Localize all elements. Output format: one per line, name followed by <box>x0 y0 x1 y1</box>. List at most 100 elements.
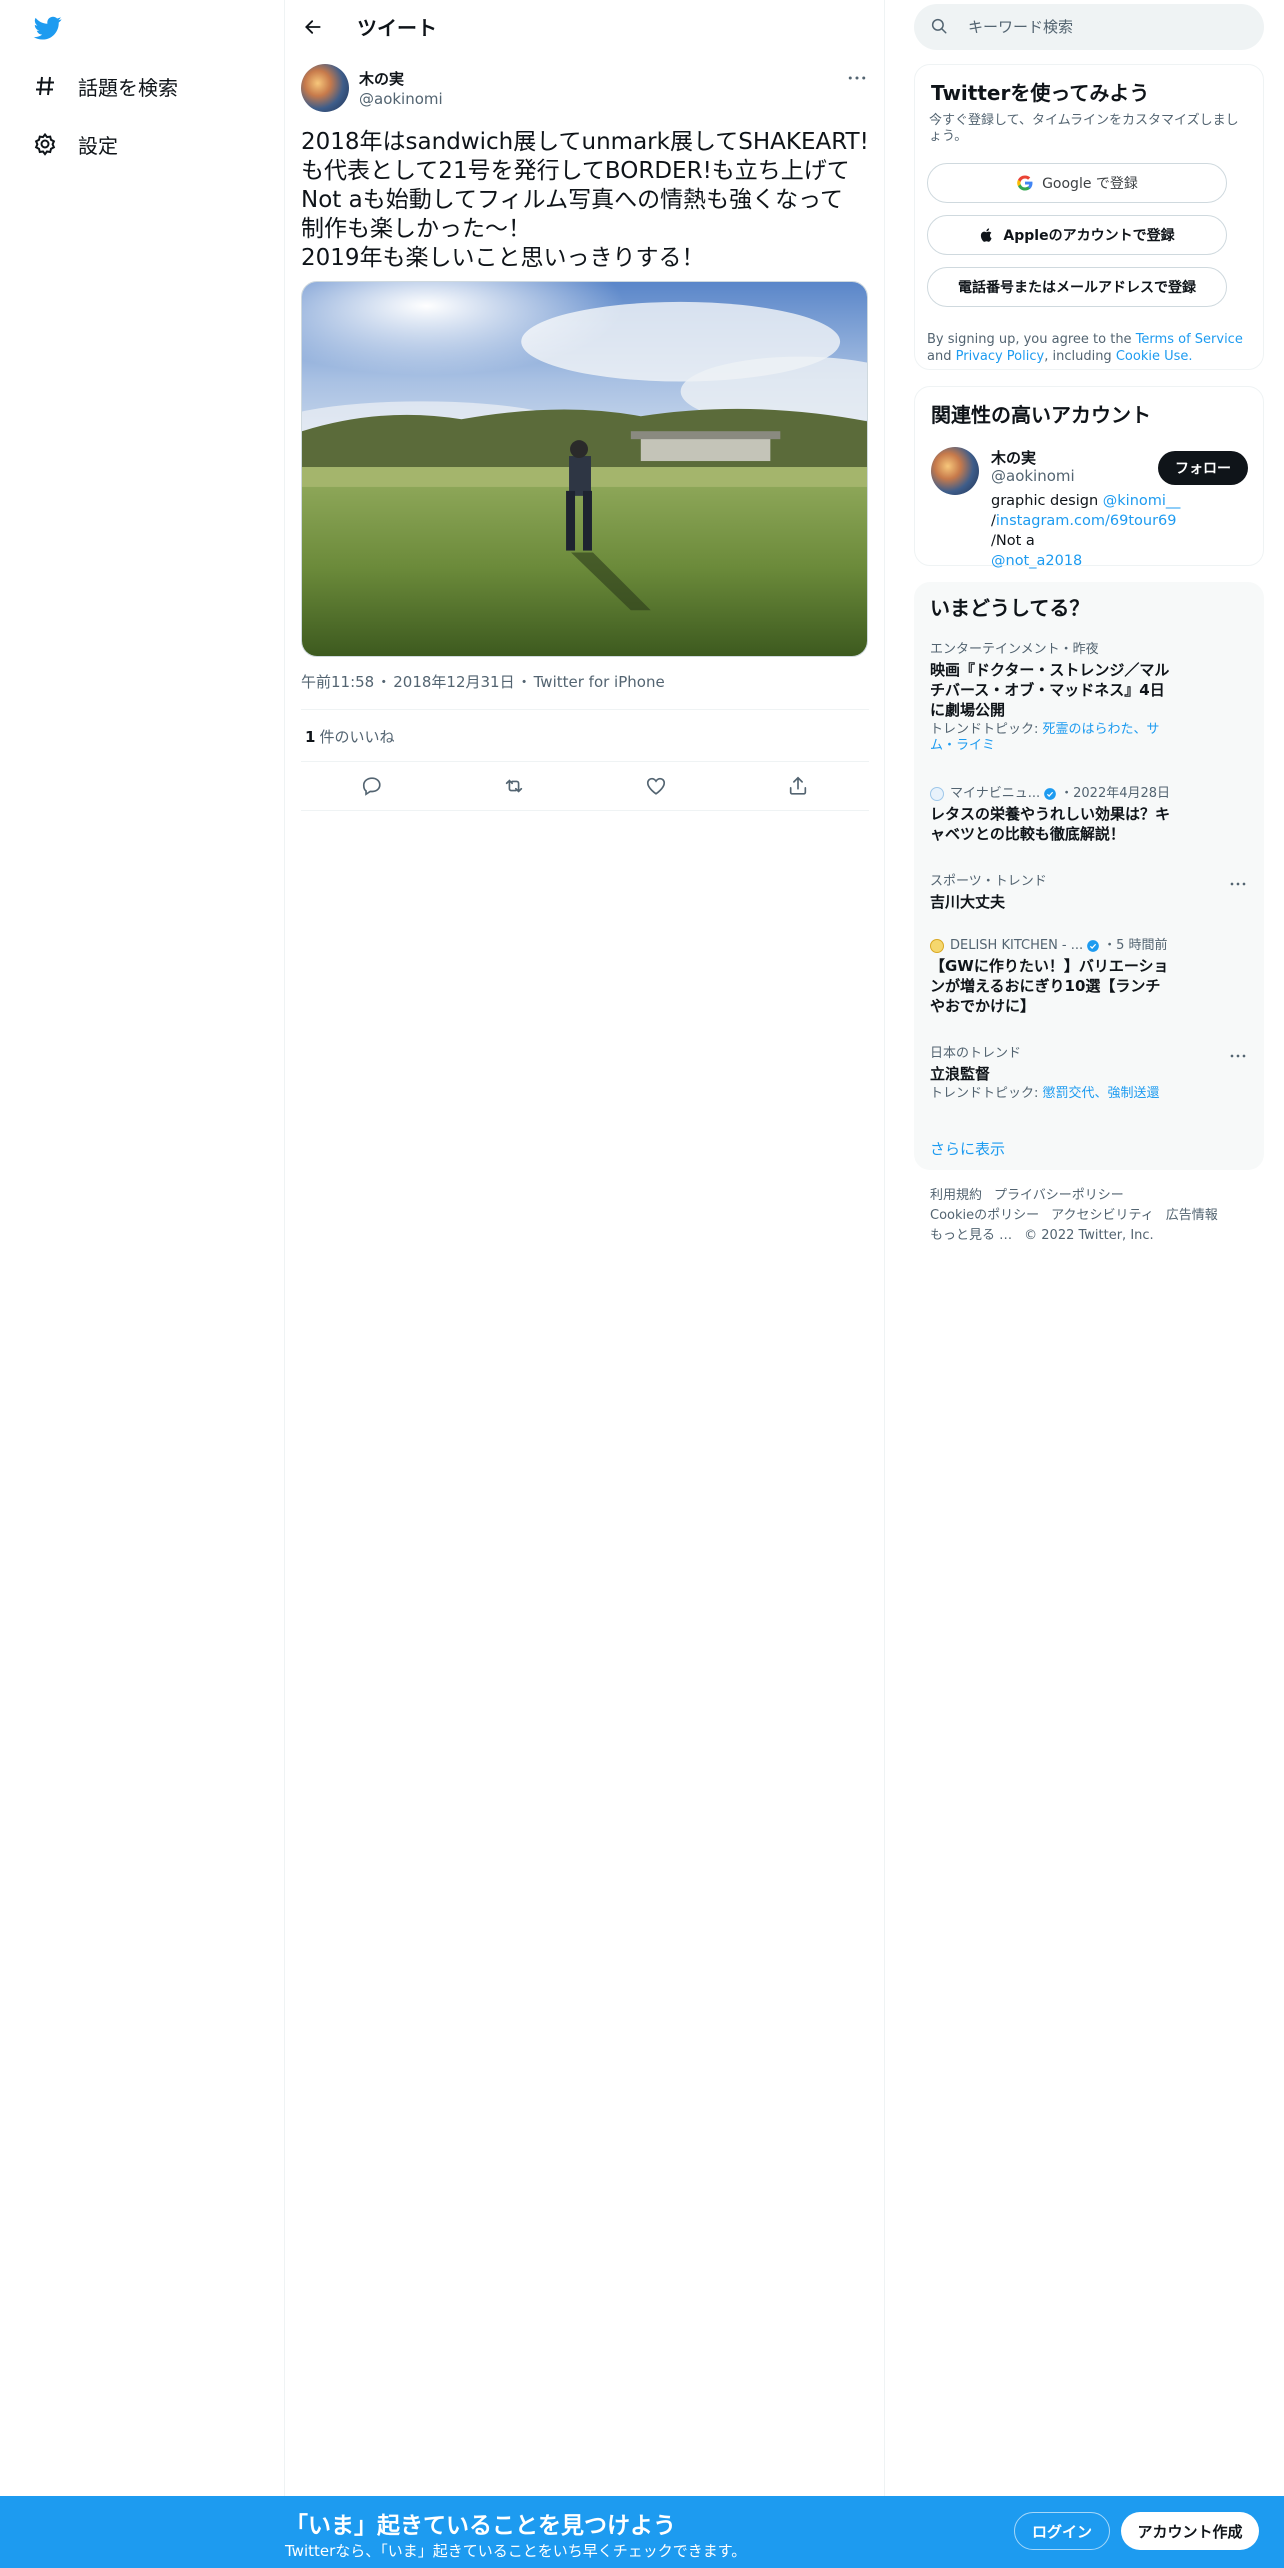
footer-links: 利用規約 プライバシーポリシー Cookieのポリシー アクセシビリティ 広告情報 も… <box>930 1186 1250 1246</box>
share-icon[interactable] <box>781 769 815 803</box>
mynavi-icon <box>930 787 944 801</box>
trend-item[interactable]: スポーツ・トレンド 吉川大丈夫 <box>930 874 1248 912</box>
related-name[interactable]: 木の実 <box>991 447 1036 468</box>
divider <box>301 810 869 811</box>
search-box[interactable] <box>914 4 1264 50</box>
reply-icon[interactable] <box>355 769 389 803</box>
divider <box>301 709 869 710</box>
follow-button[interactable]: フォロー <box>1158 451 1248 485</box>
gear-icon <box>32 131 58 157</box>
verified-icon <box>1043 787 1057 801</box>
trends-title: いまどうしてる？ <box>930 596 1090 620</box>
trend-more-icon[interactable] <box>1228 1050 1248 1062</box>
bio-link-instagram[interactable]: instagram.com/69tour69 <box>996 513 1177 529</box>
terms-of-service-link[interactable]: Terms of Service <box>1136 332 1243 347</box>
like-label: 件のいいね <box>319 728 395 746</box>
signup-title: Twitterを使ってみよう <box>931 81 1150 105</box>
like-count-row[interactable]: 1 件のいいね <box>305 726 394 747</box>
apple-signup-button[interactable]: Appleのアカウントで登録 <box>927 215 1227 255</box>
verified-icon <box>1086 939 1100 953</box>
back-arrow-icon[interactable] <box>299 13 327 41</box>
tweet-time[interactable]: 午前11:58 <box>301 673 374 691</box>
nav-explore-label: 話題を検索 <box>78 75 178 100</box>
search-icon <box>930 17 950 37</box>
author-avatar[interactable] <box>301 64 349 112</box>
twitter-bird-icon[interactable] <box>32 14 64 42</box>
main-column: ツイート 木の実 @aokinomi 2018年はsandwich展してunma… <box>285 0 885 2496</box>
privacy-policy-link[interactable]: Privacy Policy <box>956 349 1045 364</box>
trend-item[interactable]: マイナビニュ... ・2022年4月28日 レタスの栄養やうれしい効果は？キャベ… <box>930 786 1248 844</box>
trend-title: 吉川大丈夫 <box>930 893 1006 911</box>
trend-topic-label: トレンドトピック: <box>930 1086 1043 1101</box>
like-icon[interactable] <box>639 769 673 803</box>
phone-email-signup-button[interactable]: 電話番号またはメールアドレスで登録 <box>927 267 1227 307</box>
trend-source: マイナビニュ... <box>950 786 1041 801</box>
trend-meta: エンターテインメント・昨夜 <box>930 642 1099 657</box>
nav-settings-label: 設定 <box>78 133 118 158</box>
cookie-use-link[interactable]: Cookie Use. <box>1116 349 1193 364</box>
bottom-bar-subtitle: Twitterなら、「いま」起きていることをいち早くチェックできます。 <box>285 2542 747 2560</box>
retweet-icon[interactable] <box>497 769 531 803</box>
footer-link-terms[interactable]: 利用規約 <box>930 1186 982 1206</box>
google-icon <box>1016 174 1034 192</box>
trend-topic: トレンドトピック: 懲罰交代、強制送還 <box>930 1086 1170 1102</box>
terms-including: , including <box>1044 349 1112 364</box>
search-input[interactable] <box>968 4 1248 50</box>
signup-card: Twitterを使ってみよう 今すぐ登録して、タイムラインをカスタマイズしましょ… <box>914 64 1264 370</box>
footer-link-ads[interactable]: 広告情報 <box>1166 1206 1218 1226</box>
signup-subtitle: 今すぐ登録して、タイムラインをカスタマイズしましょう。 <box>929 113 1239 144</box>
footer-link-privacy[interactable]: プライバシーポリシー <box>994 1186 1124 1206</box>
bio-text: graphic design <box>991 493 1099 509</box>
tweet-author: 木の実 @aokinomi <box>301 62 869 114</box>
phone-email-signup-label: 電話番号またはメールアドレスで登録 <box>958 280 1196 296</box>
delish-kitchen-icon <box>930 939 944 953</box>
related-title: 関連性の高いアカウント <box>931 403 1151 427</box>
bio-link-kinomi[interactable]: @kinomi__ <box>1103 493 1181 509</box>
footer-link-accessibility[interactable]: アクセシビリティ <box>1051 1206 1154 1226</box>
left-navigation: 話題を検索 設定 <box>0 0 285 2496</box>
trend-title: レタスの栄養やうれしい効果は？キャベツとの比較も徹底解説！ <box>930 805 1171 843</box>
nav-explore[interactable]: 話題を検索 <box>32 66 178 106</box>
footer-link-more[interactable]: もっと見る … <box>930 1226 1012 1246</box>
tweet-photo[interactable] <box>301 281 868 657</box>
more-options-icon[interactable] <box>845 68 869 88</box>
tweet-meta: 午前11:58 ・ 2018年12月31日・ Twitter for iPhone <box>301 673 665 691</box>
nav-settings[interactable]: 設定 <box>32 124 118 164</box>
footer-link-cookie[interactable]: Cookieのポリシー <box>930 1206 1039 1226</box>
trends-card: いまどうしてる？ エンターテインメント・昨夜 映画『ドクター・ストレンジ／マルチ… <box>914 582 1264 1170</box>
like-count: 1 <box>305 728 316 746</box>
trend-title: 立浪監督 <box>930 1065 991 1083</box>
terms-text: By signing up, you agree to the Terms of… <box>927 331 1247 365</box>
page-title: ツイート <box>357 16 437 40</box>
tweet-source[interactable]: Twitter for iPhone <box>534 673 665 691</box>
trend-title: 映画『ドクター・ストレンジ／マルチバース・オブ・マッドネス』4日に劇場公開 <box>930 661 1170 719</box>
tweet-date[interactable]: 2018年12月31日 <box>393 673 514 691</box>
bio-link-not-a[interactable]: @not_a2018 <box>991 553 1082 569</box>
trend-title: 【GWに作りたい！】バリエーションが増えるおにぎり10選【ランチやおでかけに】 <box>930 957 1169 1015</box>
trend-meta: DELISH KITCHEN - ... ・5 時間前 <box>930 938 1248 954</box>
trend-item[interactable]: 日本のトレンド 立浪監督 トレンドトピック: 懲罰交代、強制送還 <box>930 1046 1248 1102</box>
login-button[interactable]: ログイン <box>1014 2512 1110 2550</box>
show-more-link[interactable]: さらに表示 <box>930 1138 1005 1159</box>
google-signup-button[interactable]: Google で登録 <box>927 163 1227 203</box>
bottom-bar-title: 「いま」起きていることを見つけよう <box>285 2513 676 2539</box>
trend-meta: 日本のトレンド <box>930 1046 1022 1061</box>
trend-time: ・2022年4月28日 <box>1060 786 1171 801</box>
apple-signup-label: Appleのアカウントで登録 <box>1003 228 1175 244</box>
author-handle[interactable]: @aokinomi <box>359 90 443 108</box>
create-account-button[interactable]: アカウント作成 <box>1121 2512 1259 2550</box>
related-avatar[interactable] <box>931 447 979 495</box>
related-handle[interactable]: @aokinomi <box>991 467 1075 485</box>
terms-prefix: By signing up, you agree to the <box>927 332 1132 347</box>
trend-more-icon[interactable] <box>1228 878 1248 890</box>
trend-item[interactable]: DELISH KITCHEN - ... ・5 時間前 【GWに作りたい！】バリ… <box>930 938 1248 1016</box>
trend-item[interactable]: エンターテインメント・昨夜 映画『ドクター・ストレンジ／マルチバース・オブ・マッ… <box>930 642 1248 754</box>
trend-topic-label: トレンドトピック: <box>930 722 1043 737</box>
apple-icon <box>979 227 995 243</box>
terms-and: and <box>927 349 952 364</box>
trend-meta: マイナビニュ... ・2022年4月28日 <box>930 786 1248 802</box>
author-name[interactable]: 木の実 <box>359 68 404 89</box>
bottom-signup-bar: 「いま」起きていることを見つけよう Twitterなら、「いま」起きていることを… <box>0 2496 1284 2568</box>
trend-topic-links[interactable]: 懲罰交代、強制送還 <box>1043 1086 1160 1101</box>
google-signup-label: Google で登録 <box>1042 176 1138 192</box>
